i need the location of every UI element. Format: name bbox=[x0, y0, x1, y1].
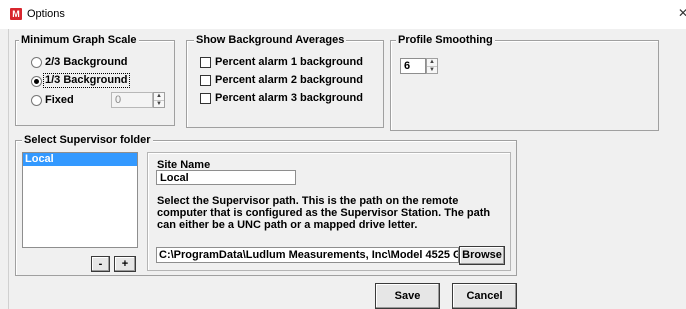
checkbox[interactable] bbox=[200, 75, 211, 86]
radio-button[interactable] bbox=[31, 95, 42, 106]
profile-smoothing-title: Profile Smoothing bbox=[396, 33, 495, 47]
smoothing-value-input[interactable]: 6 bbox=[400, 58, 426, 74]
site-name-input[interactable]: Local bbox=[156, 170, 296, 185]
checkbox-label[interactable]: Percent alarm 2 background bbox=[215, 74, 363, 87]
spin-up-icon[interactable]: ▲ bbox=[154, 93, 164, 100]
supervisor-list[interactable]: Local bbox=[22, 152, 138, 248]
window-title: Options bbox=[27, 8, 65, 20]
supervisor-description: Select the Supervisor path. This is the … bbox=[157, 195, 491, 231]
spin-down-icon[interactable]: ▼ bbox=[427, 66, 437, 74]
add-folder-button[interactable]: + bbox=[114, 256, 136, 272]
radio-label[interactable]: 2/3 Background bbox=[45, 56, 128, 69]
save-button[interactable]: Save bbox=[375, 283, 440, 309]
title-bar: M Options ✕ bbox=[0, 0, 686, 29]
browse-button[interactable]: Browse bbox=[459, 246, 505, 265]
close-icon[interactable]: ✕ bbox=[678, 6, 686, 20]
remove-folder-button[interactable]: - bbox=[91, 256, 110, 272]
background-averages-title: Show Background Averages bbox=[194, 33, 347, 47]
fixed-value-spinner[interactable]: ▲ ▼ bbox=[153, 92, 165, 108]
checkbox[interactable] bbox=[200, 93, 211, 104]
profile-smoothing-group: Profile Smoothing bbox=[390, 33, 659, 131]
fixed-value-input[interactable]: 0 bbox=[111, 92, 153, 108]
supervisor-folder-title: Select Supervisor folder bbox=[22, 133, 153, 147]
radio-button[interactable] bbox=[31, 57, 42, 68]
window-border bbox=[8, 29, 9, 309]
checkbox-label[interactable]: Percent alarm 3 background bbox=[215, 92, 363, 105]
supervisor-path-input[interactable]: C:\ProgramData\Ludlum Measurements, Inc\… bbox=[156, 247, 459, 263]
checkbox-label[interactable]: Percent alarm 1 background bbox=[215, 56, 363, 69]
list-item[interactable]: Local bbox=[23, 153, 137, 166]
smoothing-spinner[interactable]: ▲ ▼ bbox=[426, 58, 438, 74]
spin-down-icon[interactable]: ▼ bbox=[154, 100, 164, 108]
cancel-button[interactable]: Cancel bbox=[452, 283, 517, 309]
app-icon: M bbox=[10, 8, 22, 20]
radio-button[interactable] bbox=[31, 76, 42, 87]
radio-label[interactable]: Fixed bbox=[45, 94, 74, 107]
spin-up-icon[interactable]: ▲ bbox=[427, 59, 437, 66]
checkbox[interactable] bbox=[200, 57, 211, 68]
radio-label[interactable]: 1/3 Background bbox=[43, 73, 130, 88]
min-graph-scale-title: Minimum Graph Scale bbox=[19, 33, 139, 47]
